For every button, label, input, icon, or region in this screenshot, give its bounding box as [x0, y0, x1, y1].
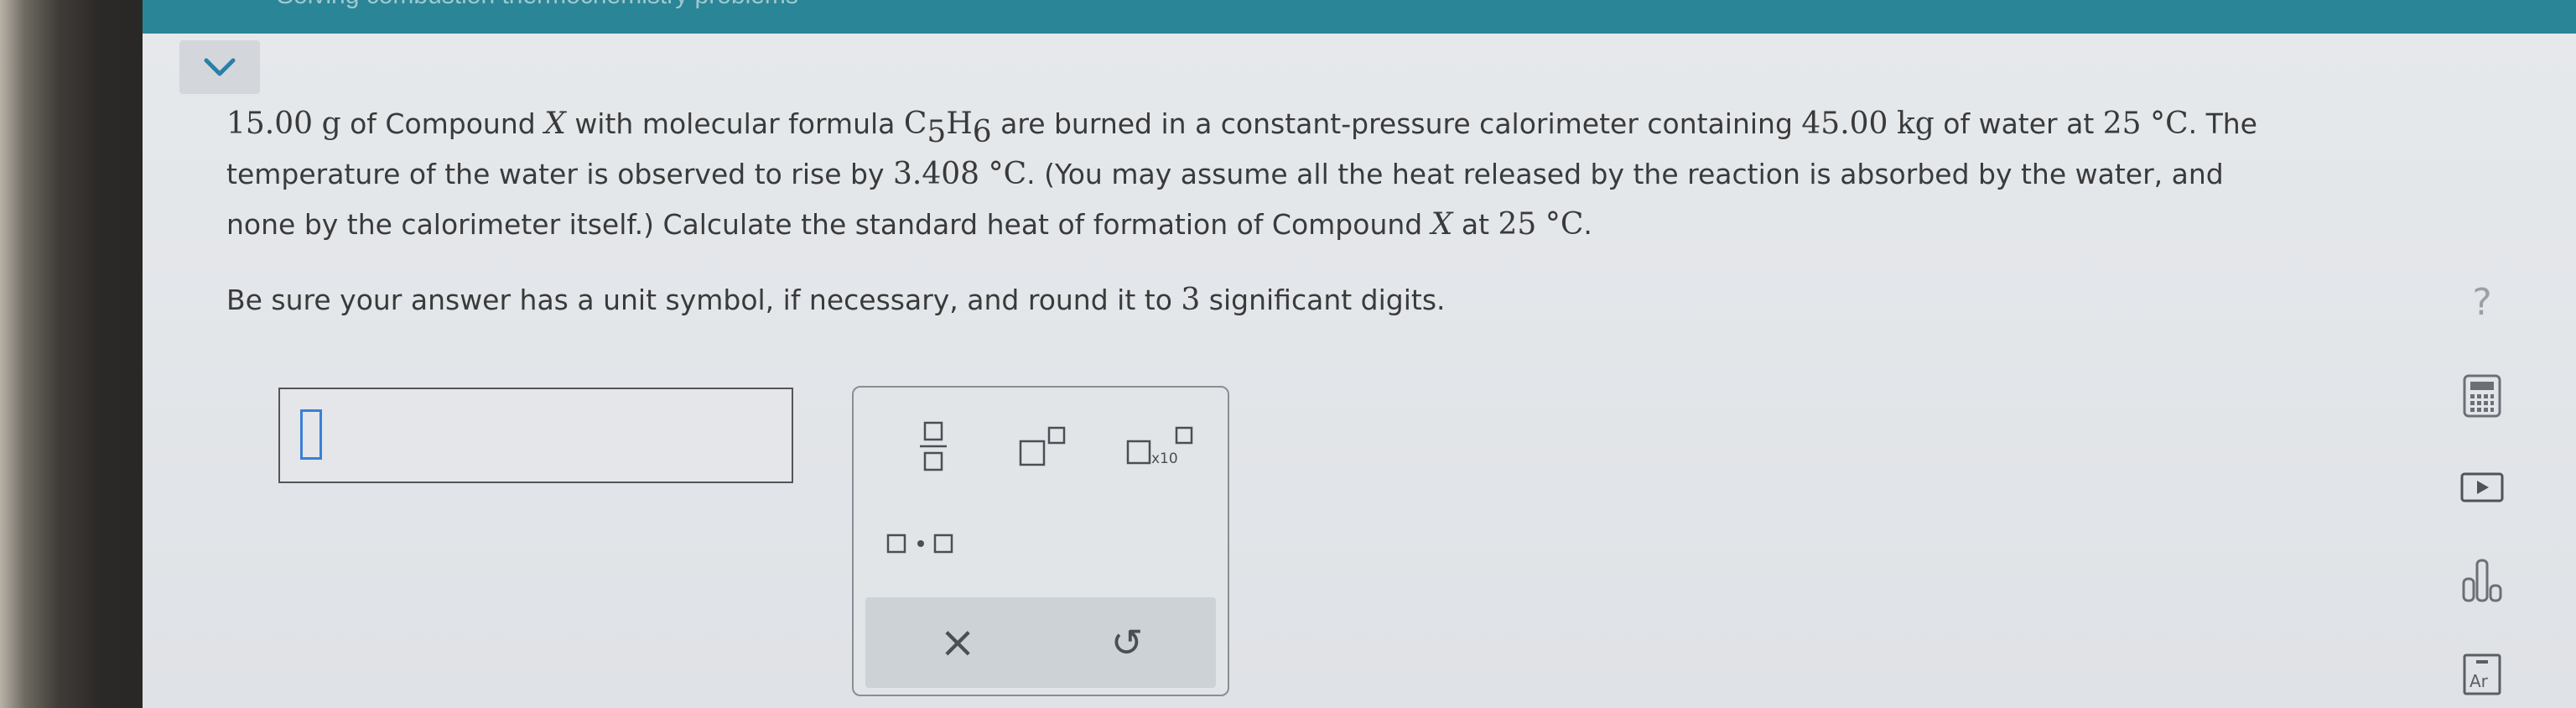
ar-label: Ar	[2470, 671, 2489, 691]
input-cursor	[300, 409, 322, 460]
collapse-button[interactable]	[179, 40, 260, 94]
superscript-icon	[1019, 426, 1066, 466]
periodic-table-button[interactable]: Ar	[2457, 649, 2507, 700]
close-icon: ×	[939, 617, 976, 668]
undo-icon: ↺	[1110, 620, 1144, 665]
undo-button[interactable]: ↺	[1085, 609, 1169, 676]
question-line-2: temperature of the water is observed to …	[226, 157, 2224, 191]
palette-actions: × ↺	[865, 597, 1216, 688]
bar-chart-icon	[2462, 559, 2502, 602]
calculator-button[interactable]	[2457, 369, 2507, 423]
page-title: Solving combustion thermochemistry probl…	[277, 0, 798, 10]
play-video-icon	[2460, 472, 2504, 502]
monitor-bezel	[0, 0, 143, 708]
question-text: 15.00 g of Compound X with molecular for…	[226, 99, 2423, 325]
question-line-1: 15.00 g of Compound X with molecular for…	[226, 107, 2257, 149]
calculator-icon	[2463, 374, 2501, 418]
screen: Solving combustion thermochemistry probl…	[143, 0, 2576, 708]
times-ten-icon: x10	[1126, 426, 1193, 467]
clear-button[interactable]: ×	[916, 609, 1000, 676]
multiply-dot-icon	[886, 534, 953, 554]
multiply-dot-button[interactable]	[870, 513, 971, 572]
answer-input[interactable]	[278, 388, 793, 483]
x10-label: x10	[1151, 450, 1178, 467]
question-line-3: none by the calorimeter itself.) Calcula…	[226, 207, 1592, 242]
video-button[interactable]	[2457, 466, 2507, 508]
help-button[interactable]: ?	[2457, 277, 2507, 327]
top-bar: Solving combustion thermochemistry probl…	[143, 0, 2576, 34]
chevron-down-icon	[204, 58, 236, 76]
periodic-element-icon: Ar	[2463, 653, 2501, 695]
fraction-icon	[920, 421, 947, 471]
math-palette: x10 × ↺	[852, 386, 1229, 696]
data-button[interactable]	[2457, 554, 2507, 607]
help-icon: ?	[2472, 280, 2492, 324]
fraction-button[interactable]	[896, 413, 971, 480]
scientific-notation-button[interactable]: x10	[1114, 413, 1206, 480]
instruction-text: Be sure your answer has a unit symbol, i…	[226, 283, 1446, 317]
superscript-button[interactable]	[1005, 413, 1080, 480]
